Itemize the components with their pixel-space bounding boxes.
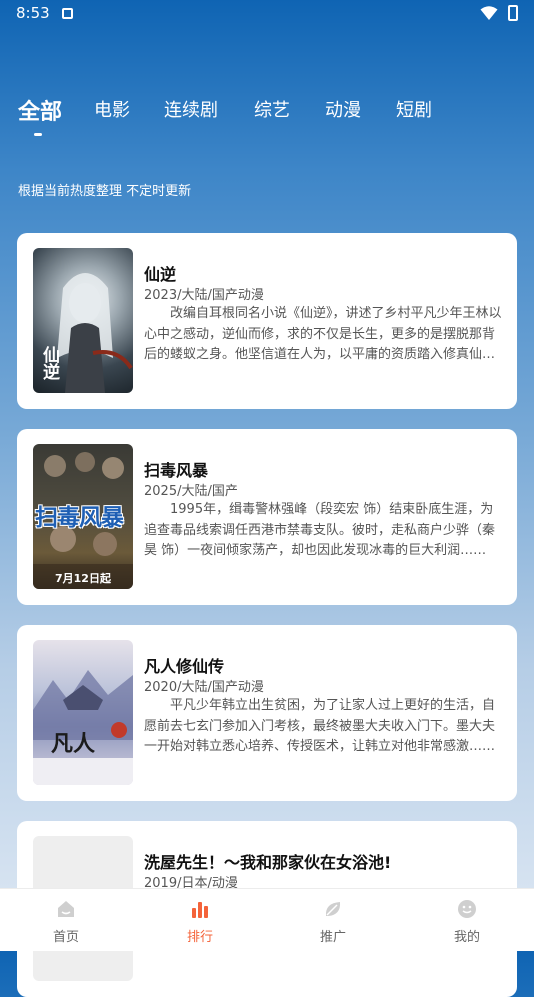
bottom-nav: 首页 排行 推广 我的 <box>0 888 534 951</box>
poster-title-text: 扫毒风暴 <box>35 505 124 531</box>
poster-date-text: 7月12日起 <box>55 572 111 585</box>
poster-title-text: 仙逆 <box>39 346 59 380</box>
tab-anime[interactable]: 动漫 <box>325 96 361 122</box>
ranking-card[interactable]: 扫毒风暴 7月12日起 扫毒风暴 2025/大陆/国产 1995年，缉毒警林强峰… <box>17 429 517 605</box>
item-meta: 2025/大陆/国产 <box>144 484 238 499</box>
status-bar: 8:53 <box>0 0 534 28</box>
item-title: 洗屋先生！～我和那家伙在女浴池! <box>144 853 392 872</box>
item-description: 1995年，缉毒警林强峰（段奕宏 饰）结束卧底生涯，为追查毒品线索调任西港市禁毒… <box>144 502 496 558</box>
nav-promote[interactable]: 推广 <box>283 889 383 951</box>
tab-active-indicator <box>34 133 42 136</box>
leaf-icon <box>325 902 341 916</box>
battery-icon <box>508 5 518 21</box>
nav-ranking-label: 排行 <box>186 930 213 945</box>
nav-home[interactable]: 首页 <box>16 889 116 951</box>
poster-title-text: 凡人 <box>51 731 96 757</box>
item-description: 平凡少年韩立出生贫困，为了让家人过上更好的生活，自愿前去七玄门参加入门考核，最终… <box>144 698 496 754</box>
notification-icon <box>62 8 73 19</box>
nav-mine[interactable]: 我的 <box>417 889 517 951</box>
tab-variety[interactable]: 综艺 <box>254 96 290 122</box>
tab-short-drama[interactable]: 短剧 <box>396 96 432 122</box>
ranking-card[interactable]: 仙逆 仙逆 2023/大陆/国产动漫 改编自耳根同名小说《仙逆》，讲述了乡村平凡… <box>17 233 517 409</box>
item-meta: 2020/大陆/国产动漫 <box>144 680 264 695</box>
nav-promote-label: 推广 <box>319 930 346 945</box>
wifi-icon <box>480 6 498 20</box>
face-icon <box>458 900 476 918</box>
status-time: 8:53 <box>16 4 50 22</box>
poster-image: 扫毒风暴 7月12日起 <box>33 444 133 589</box>
nav-ranking[interactable]: 排行 <box>150 889 250 951</box>
ranking-subtitle: 根据当前热度整理 不定时更新 <box>18 184 192 199</box>
poster-image: 仙逆 <box>33 248 133 393</box>
nav-home-label: 首页 <box>52 930 79 945</box>
tab-series[interactable]: 连续剧 <box>164 96 218 122</box>
item-title: 扫毒风暴 <box>144 461 209 480</box>
item-title: 仙逆 <box>144 265 177 284</box>
bar-chart-icon <box>192 902 208 918</box>
item-meta: 2023/大陆/国产动漫 <box>144 288 264 303</box>
item-description: 改编自耳根同名小说《仙逆》，讲述了乡村平凡少年王林以心中之感动，逆仙而修，求的不… <box>144 306 502 362</box>
poster-image: 凡人 <box>33 640 133 785</box>
item-title: 凡人修仙传 <box>144 657 225 676</box>
tab-movie[interactable]: 电影 <box>94 96 130 122</box>
tab-all[interactable]: 全部 <box>18 94 62 126</box>
ranking-card[interactable]: 凡人 凡人修仙传 2020/大陆/国产动漫 平凡少年韩立出生贫困，为了让家人过上… <box>17 625 517 801</box>
nav-mine-label: 我的 <box>453 930 480 945</box>
home-icon <box>58 901 74 917</box>
